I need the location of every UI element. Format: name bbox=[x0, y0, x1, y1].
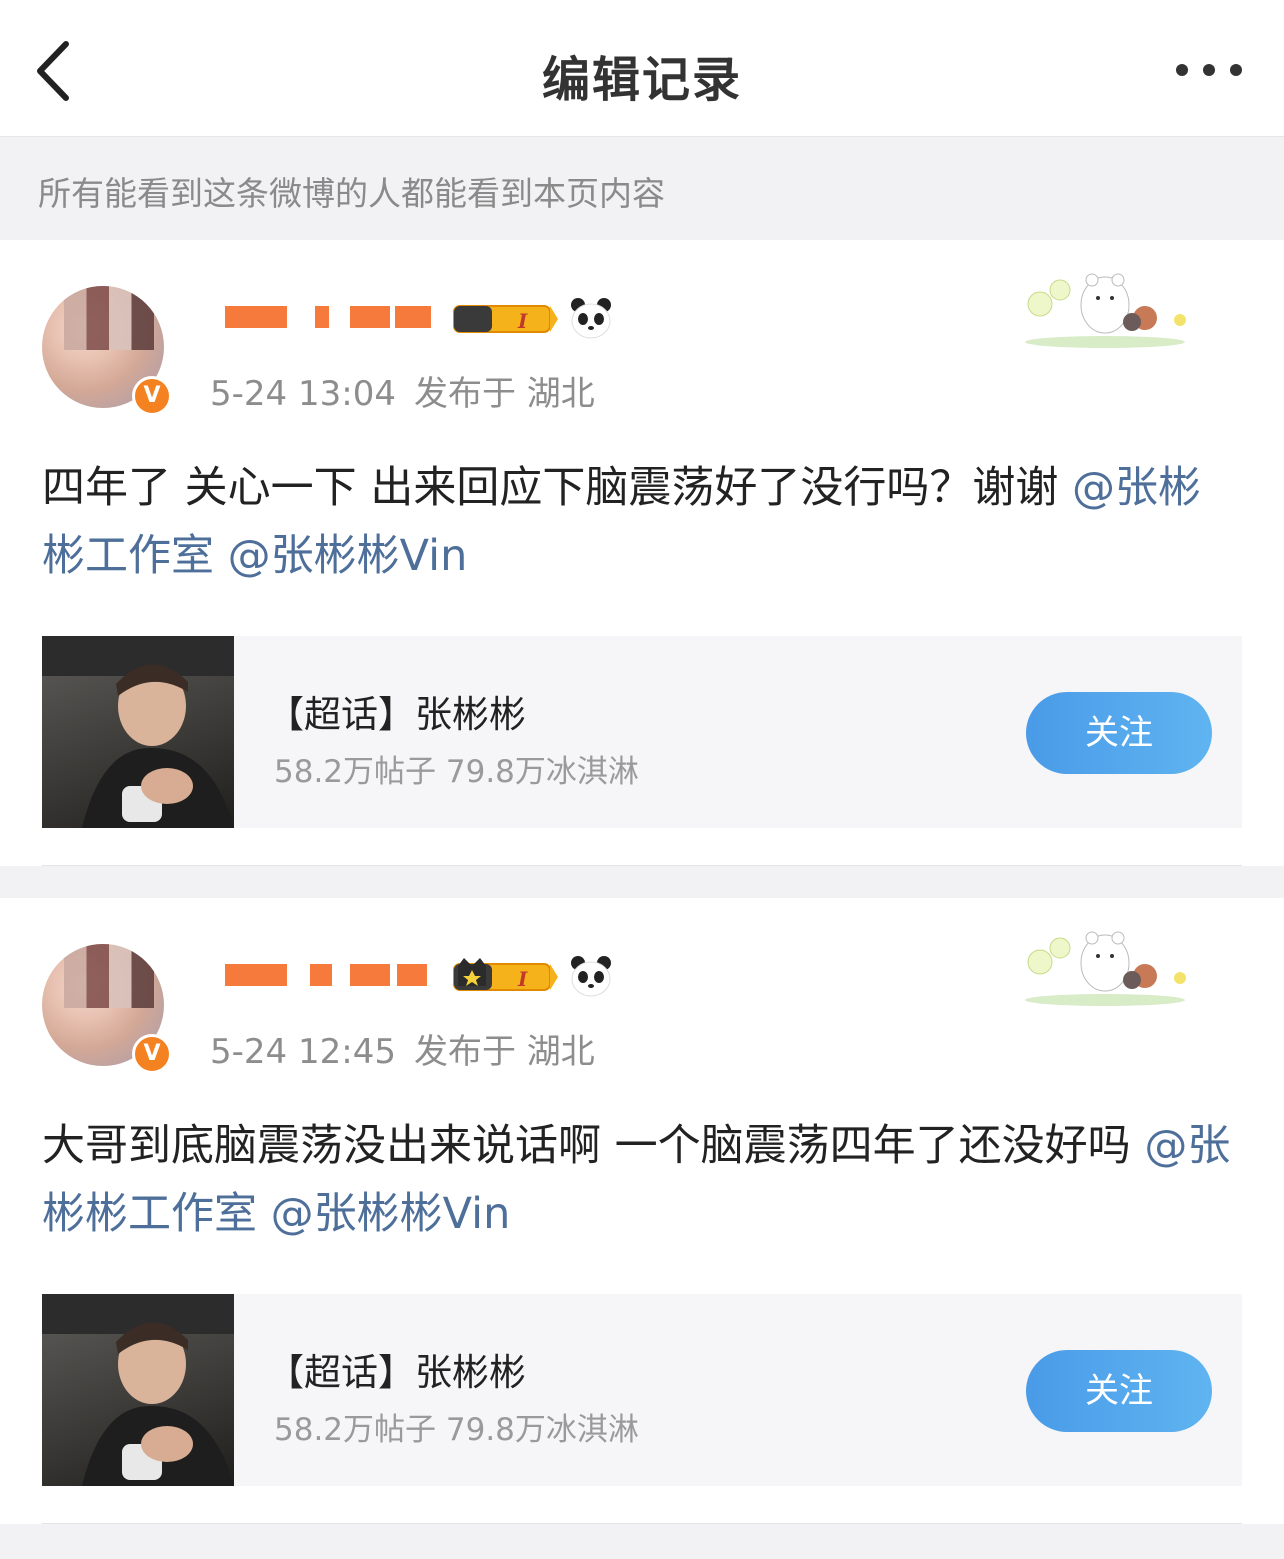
visibility-notice: 所有能看到这条微博的人都能看到本页内容 bbox=[0, 137, 1284, 239]
level-badge-icon[interactable]: I bbox=[452, 298, 558, 338]
supertopic-title: 【超话】张彬彬 bbox=[267, 693, 526, 736]
post-text: 四年了 关心一下 出来回应下脑震荡好了没行吗？谢谢 @张彬彬工作室 @张彬彬Vi… bbox=[42, 454, 1232, 590]
post-body: 大哥到底脑震荡没出来说话啊 一个脑震荡四年了还没好吗 bbox=[42, 1121, 1145, 1171]
notice-text: 所有能看到这条微博的人都能看到本页内容 bbox=[38, 174, 665, 213]
page-title: 编辑记录 bbox=[541, 52, 742, 108]
username-redacted[interactable] bbox=[205, 958, 435, 988]
svg-text:I: I bbox=[517, 309, 528, 333]
follow-button[interactable]: 关注 bbox=[1026, 1350, 1212, 1432]
post-body: 四年了 关心一下 出来回应下脑震荡好了没行吗？谢谢 bbox=[42, 463, 1073, 513]
supertopic-card[interactable]: 【超话】张彬彬 58.2万帖子 79.8万冰淇淋 关注 bbox=[42, 1294, 1242, 1486]
panda-icon bbox=[568, 954, 614, 998]
post-text: 大哥到底脑震荡没出来说话啊 一个脑震荡四年了还没好吗 @张彬彬工作室 @张彬彬V… bbox=[42, 1112, 1232, 1248]
timestamp: 5-24 13:04 bbox=[210, 374, 396, 414]
bear-sticker-decoration bbox=[1010, 260, 1200, 350]
top-navigation-bar: 编辑记录 bbox=[0, 0, 1284, 137]
post-meta: 5-24 13:04 发布于 湖北 bbox=[210, 366, 595, 415]
panda-icon bbox=[568, 296, 614, 340]
supertopic-title: 【超话】张彬彬 bbox=[267, 1351, 526, 1394]
supertopic-card[interactable]: 【超话】张彬彬 58.2万帖子 79.8万冰淇淋 关注 bbox=[42, 636, 1242, 828]
more-horizontal-icon bbox=[1176, 64, 1242, 76]
level-badge-icon[interactable]: I bbox=[452, 956, 558, 996]
edit-record-card: V I 5-24 13:04 发布于 湖北 四年了 关心一下 出来回应下脑震荡好… bbox=[0, 240, 1284, 866]
supertopic-thumbnail bbox=[42, 636, 234, 828]
more-button[interactable] bbox=[1174, 50, 1244, 90]
verified-badge-icon: V bbox=[132, 1034, 172, 1074]
edit-record-card: V I 5-24 12:45 发布于 湖北 大哥到底脑震荡没出来说话啊 一个脑震… bbox=[0, 898, 1284, 1524]
mention-link[interactable]: @张彬彬Vin bbox=[228, 531, 468, 581]
verified-badge-icon: V bbox=[132, 376, 172, 416]
post-meta: 5-24 12:45 发布于 湖北 bbox=[210, 1024, 595, 1073]
divider bbox=[42, 1523, 1242, 1524]
mention-link[interactable]: @张彬彬Vin bbox=[271, 1189, 511, 1239]
follow-button[interactable]: 关注 bbox=[1026, 692, 1212, 774]
timestamp: 5-24 12:45 bbox=[210, 1032, 396, 1072]
location: 发布于 湖北 bbox=[413, 374, 595, 414]
supertopic-stats: 58.2万帖子 79.8万冰淇淋 bbox=[274, 754, 639, 790]
bear-sticker-decoration bbox=[1010, 918, 1200, 1008]
supertopic-thumbnail bbox=[42, 1294, 234, 1486]
divider bbox=[42, 865, 1242, 866]
supertopic-stats: 58.2万帖子 79.8万冰淇淋 bbox=[274, 1412, 639, 1448]
location: 发布于 湖北 bbox=[413, 1032, 595, 1072]
username-redacted[interactable] bbox=[205, 300, 435, 330]
svg-text:I: I bbox=[517, 967, 528, 991]
